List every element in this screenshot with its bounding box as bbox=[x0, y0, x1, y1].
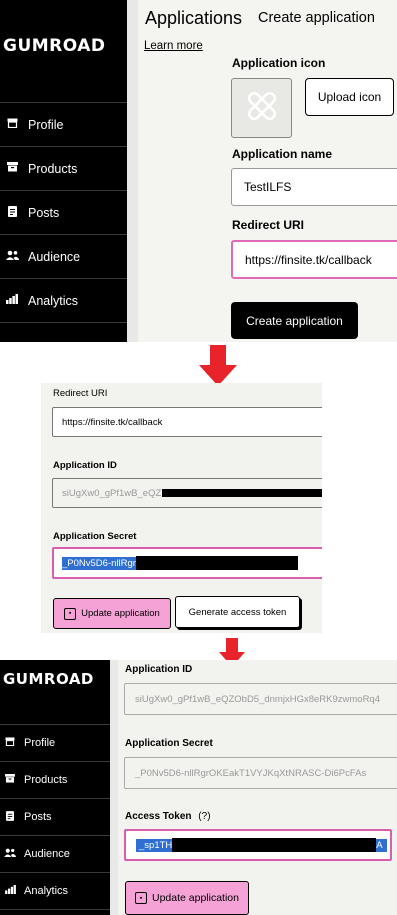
sidebar-item-label: Analytics bbox=[28, 293, 79, 308]
sidebar-item-analytics[interactable]: Analytics bbox=[0, 872, 110, 909]
sidebar: GUMROAD Profile Products Posts Audience … bbox=[0, 660, 110, 915]
sidebar-item-label: Audience bbox=[24, 848, 70, 860]
access-token-start: _sp1TH bbox=[136, 838, 173, 852]
archive-icon bbox=[4, 162, 20, 175]
update-application-label: Update application bbox=[152, 892, 239, 904]
arrow-down-icon bbox=[198, 345, 238, 387]
edit-application-form: Redirect URI https://finsite.tk/callback… bbox=[41, 383, 322, 633]
app-icon-preview bbox=[231, 78, 292, 138]
update-application-label: Update application bbox=[81, 608, 160, 619]
upload-icon-button[interactable]: Upload icon bbox=[305, 78, 394, 116]
sidebar-item-profile[interactable]: Profile bbox=[0, 724, 110, 761]
page-subtitle: Create application bbox=[258, 10, 375, 26]
app-secret-label: Application Secret bbox=[125, 738, 213, 749]
app-id-field[interactable]: siUgXw0_gPf1wB_eQZObD5_dnmjxHGx8eRK9zwmo… bbox=[124, 683, 397, 715]
access-token-label-text: Access Token bbox=[125, 811, 192, 822]
sidebar-item-products[interactable]: Products bbox=[0, 146, 127, 190]
sidebar-item-label: Posts bbox=[28, 205, 60, 220]
page-title: Applications bbox=[145, 8, 243, 28]
update-application-button[interactable]: ▪ Update application bbox=[125, 881, 249, 915]
sidebar-item-label: Posts bbox=[24, 811, 52, 823]
access-token-field[interactable]: _sp1TH A bbox=[124, 829, 392, 861]
learn-more-link[interactable]: Learn more bbox=[144, 40, 203, 52]
redirect-uri-field[interactable]: https://finsite.tk/callback bbox=[52, 407, 322, 437]
redirect-uri-label: Redirect URI bbox=[53, 388, 108, 399]
application-credentials-form: Application ID siUgXw0_gPf1wB_eQZObD5_dn… bbox=[118, 660, 397, 915]
bar-chart-icon bbox=[3, 885, 17, 897]
bandage-icon bbox=[244, 88, 280, 129]
document-icon bbox=[4, 205, 20, 220]
redirect-uri-field[interactable]: https://finsite.tk/callback bbox=[231, 240, 397, 279]
save-icon: ▪ bbox=[64, 607, 77, 620]
app-name-field[interactable]: TestILFS bbox=[231, 168, 397, 206]
sidebar-item-label: Products bbox=[24, 774, 68, 786]
bar-chart-icon bbox=[4, 294, 20, 307]
app-secret-value: _P0Nv5D6-nllRgr bbox=[62, 556, 136, 570]
gumroad-logo: GUMROAD bbox=[3, 670, 94, 688]
sidebar-item-audience[interactable]: Audience bbox=[0, 234, 127, 278]
sidebar-item-label: Audience bbox=[28, 249, 81, 264]
scroll-gutter bbox=[110, 660, 118, 915]
access-token-end: A bbox=[376, 838, 387, 852]
sidebar-item-label: Analytics bbox=[24, 885, 69, 897]
sidebar-item-posts[interactable]: Posts bbox=[0, 190, 127, 234]
sidebar-item-posts[interactable]: Posts bbox=[0, 798, 110, 835]
store-icon bbox=[4, 118, 20, 131]
save-icon: ▪ bbox=[135, 892, 147, 904]
update-application-button[interactable]: ▪ Update application bbox=[53, 598, 171, 629]
sidebar-item-label: Profile bbox=[24, 737, 56, 749]
app-icon-label: Application icon bbox=[232, 56, 326, 70]
help-icon[interactable]: (?) bbox=[198, 811, 210, 822]
app-id-value: siUgXw0_gPf1wB_eQZ bbox=[62, 487, 162, 499]
document-icon bbox=[3, 810, 17, 824]
scroll-gutter bbox=[127, 0, 138, 342]
app-id-field[interactable]: siUgXw0_gPf1wB_eQZ bbox=[52, 478, 322, 508]
sidebar-divider bbox=[0, 909, 110, 910]
people-icon bbox=[3, 848, 17, 860]
redaction-bar bbox=[172, 838, 377, 852]
generate-access-token-button[interactable]: Generate access token bbox=[175, 596, 300, 628]
create-application-button[interactable]: Create application bbox=[231, 302, 358, 339]
store-icon bbox=[3, 737, 17, 749]
app-name-label: Application name bbox=[232, 147, 333, 161]
sidebar-item-profile[interactable]: Profile bbox=[0, 102, 127, 146]
app-id-label: Application ID bbox=[53, 460, 117, 471]
redaction-bar bbox=[135, 556, 298, 570]
archive-icon bbox=[3, 774, 17, 786]
sidebar-divider bbox=[0, 322, 127, 323]
redirect-uri-label: Redirect URI bbox=[232, 218, 305, 232]
create-application-form: Applications Create application Learn mo… bbox=[138, 0, 397, 342]
app-secret-label: Application Secret bbox=[53, 531, 137, 542]
sidebar-item-audience[interactable]: Audience bbox=[0, 835, 110, 872]
app-id-label: Application ID bbox=[125, 664, 193, 675]
sidebar: GUMROAD Profile Products Posts Audience … bbox=[0, 0, 127, 342]
access-token-label: Access Token (?) bbox=[125, 811, 211, 822]
app-secret-field[interactable]: _P0Nv5D6-nllRgr bbox=[52, 547, 322, 579]
sidebar-item-label: Profile bbox=[28, 117, 64, 132]
gumroad-logo: GUMROAD bbox=[3, 36, 106, 56]
sidebar-item-label: Products bbox=[28, 161, 78, 176]
app-secret-field[interactable]: _P0Nv5D6-nllRgrOKEakT1VYJKqXtNRASC-Di6Pc… bbox=[124, 757, 397, 789]
people-icon bbox=[4, 250, 20, 263]
redaction-bar bbox=[162, 489, 322, 497]
sidebar-item-analytics[interactable]: Analytics bbox=[0, 278, 127, 322]
sidebar-item-products[interactable]: Products bbox=[0, 761, 110, 798]
